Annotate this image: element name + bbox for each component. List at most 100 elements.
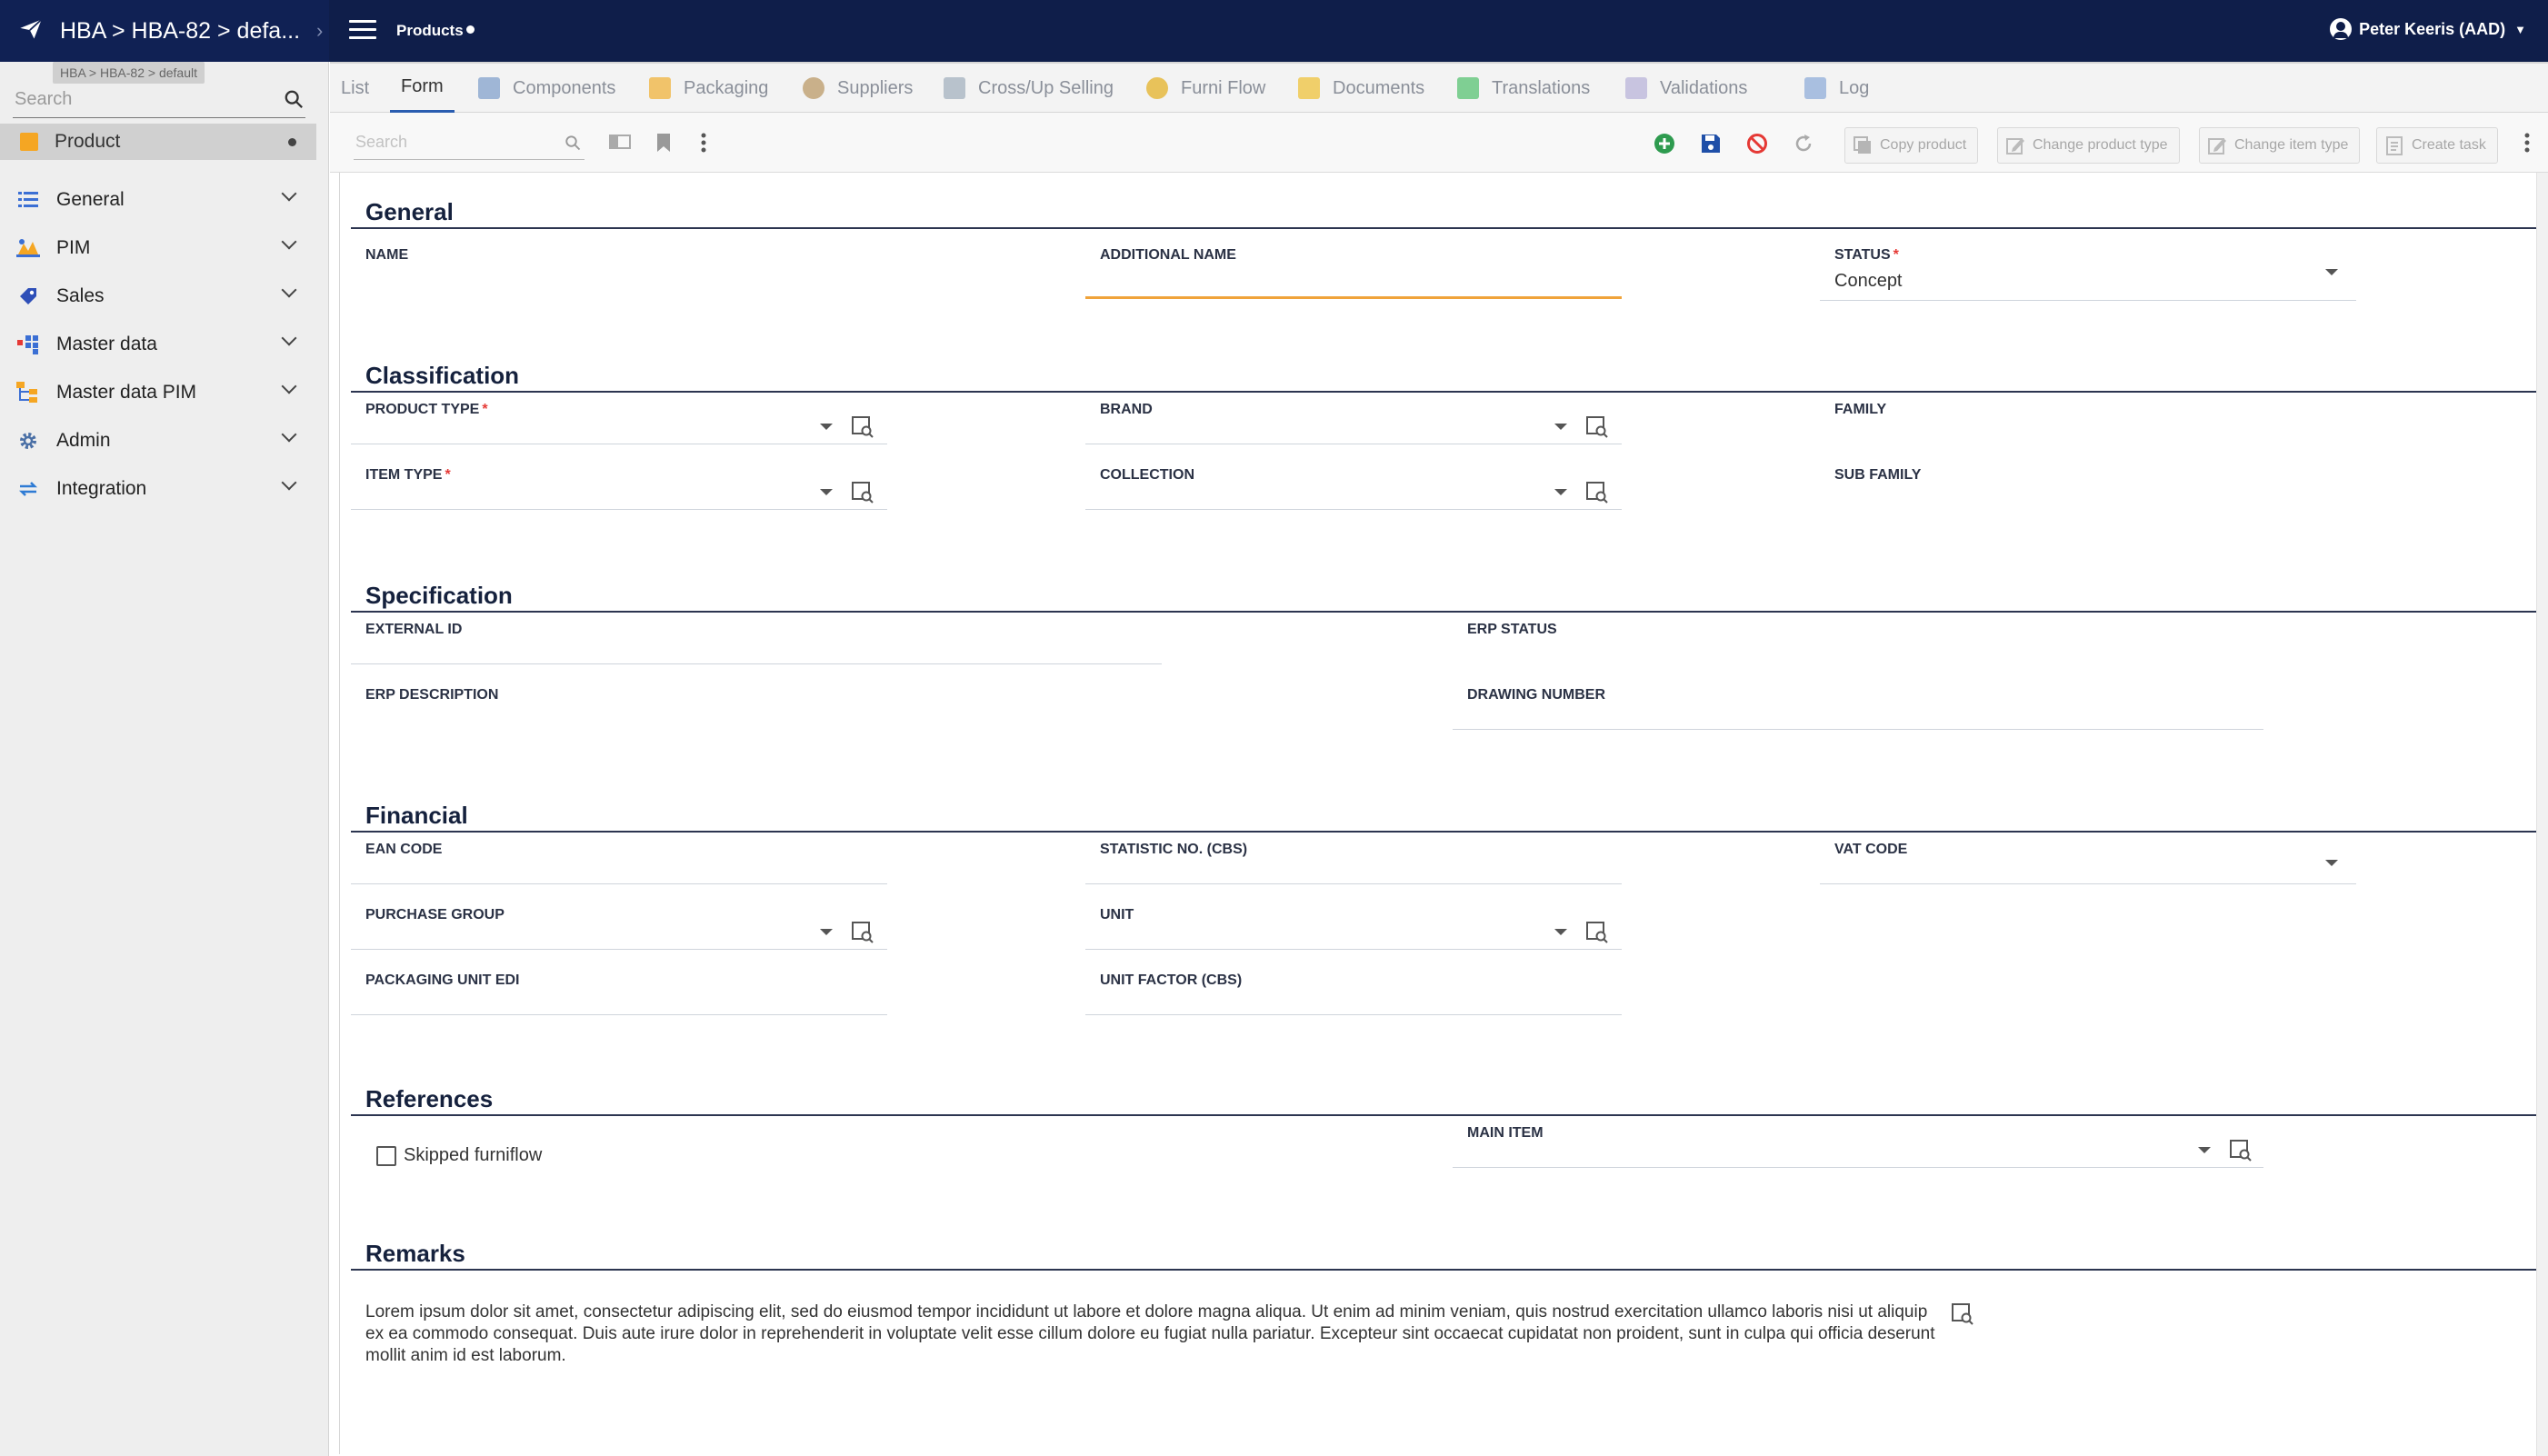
statistic-no-field[interactable]: STATISTIC NO. (CBS) — [1085, 842, 1622, 885]
more-vertical-icon[interactable] — [2524, 133, 2530, 157]
tab-log[interactable]: Log — [1804, 64, 1869, 113]
drawing-number-field[interactable]: DRAWING NUMBER — [1453, 687, 2263, 731]
brand-field[interactable]: BRAND — [1085, 402, 1622, 445]
tab-form[interactable]: Form — [390, 64, 455, 113]
field-label: ITEM TYPE * — [365, 467, 451, 483]
user-avatar-icon — [2330, 18, 2353, 40]
tab-components[interactable]: Components — [478, 64, 615, 113]
tab-furni-flow[interactable]: Furni Flow — [1146, 64, 1265, 113]
breadcrumb[interactable]: HBA > HBA-82 > defa... — [60, 18, 300, 45]
bookmark-icon[interactable] — [655, 133, 672, 157]
tab-validations[interactable]: Validations — [1625, 64, 1747, 113]
collection-field[interactable]: COLLECTION — [1085, 467, 1622, 511]
button-label: Create task — [2412, 137, 2486, 153]
unit-factor-field[interactable]: UNIT FACTOR (CBS) — [1085, 972, 1622, 1016]
tab-packaging[interactable]: Packaging — [649, 64, 768, 113]
purchase-group-field[interactable]: PURCHASE GROUP — [351, 907, 887, 951]
user-name: Peter Keeris (AAD) — [2359, 19, 2506, 38]
sidebar-item-integration[interactable]: Integration — [0, 469, 316, 509]
toolbar-search-input[interactable] — [355, 133, 546, 152]
status-field[interactable]: STATUS * Concept — [1820, 247, 2356, 302]
tab-documents[interactable]: Documents — [1298, 64, 1424, 113]
lookup-icon[interactable] — [1585, 414, 1609, 438]
tab-translations[interactable]: Translations — [1457, 64, 1590, 113]
section-divider — [351, 831, 2539, 833]
cancel-icon[interactable] — [1746, 133, 1768, 159]
breadcrumb-dropdown-icon[interactable]: › — [316, 19, 323, 43]
page-title: Products — [396, 22, 475, 40]
tab-label: Cross/Up Selling — [978, 77, 1114, 98]
lookup-icon[interactable] — [851, 920, 874, 943]
external-id-field[interactable]: EXTERNAL ID — [351, 622, 1162, 665]
chevron-down-icon — [281, 234, 297, 250]
dropdown-arrow-icon[interactable] — [2325, 269, 2338, 275]
change-product-type-button[interactable]: Change product type — [1997, 127, 2180, 164]
search-icon[interactable] — [284, 89, 304, 114]
hamburger-menu-icon[interactable] — [349, 20, 376, 42]
tab-cross-up-selling[interactable]: Cross/Up Selling — [944, 64, 1114, 113]
skipped-furniflow-checkbox[interactable] — [376, 1146, 396, 1166]
tab-list[interactable]: List — [341, 64, 369, 113]
sidebar-item-master-data[interactable]: Master data — [0, 324, 316, 364]
change-item-type-button[interactable]: Change item type — [2199, 127, 2361, 164]
packaging-unit-edi-field[interactable]: PACKAGING UNIT EDI — [351, 972, 887, 1016]
toggle-panel-icon[interactable] — [609, 133, 631, 155]
erp-status-field[interactable]: ERP STATUS — [1453, 622, 2263, 665]
vat-code-field[interactable]: VAT CODE — [1820, 842, 2356, 885]
chevron-down-icon: ▼ — [2514, 22, 2526, 36]
breadcrumb-bar[interactable]: HBA > HBA-82 > defa... › — [0, 0, 329, 62]
sidebar-search-input[interactable] — [15, 87, 269, 111]
sidebar-item-pim[interactable]: PIM — [0, 228, 316, 268]
lookup-icon[interactable] — [851, 480, 874, 504]
dropdown-arrow-icon[interactable] — [1554, 489, 1567, 495]
tab-label: Documents — [1333, 77, 1425, 98]
family-field[interactable]: FAMILY — [1820, 402, 2356, 445]
sidebar-item-sales[interactable]: Sales — [0, 276, 316, 316]
field-label: NAME — [365, 247, 409, 263]
copy-product-button[interactable]: Copy product — [1844, 127, 1979, 164]
more-vertical-icon[interactable] — [701, 133, 706, 157]
field-underline — [1085, 883, 1622, 884]
sidebar-item-product[interactable]: Product — [0, 124, 316, 160]
dropdown-arrow-icon[interactable] — [1554, 424, 1567, 430]
lookup-icon[interactable] — [851, 414, 874, 438]
dropdown-arrow-icon[interactable] — [1554, 929, 1567, 935]
sidebar-item-general[interactable]: General — [0, 180, 316, 220]
dropdown-arrow-icon[interactable] — [820, 929, 833, 935]
tab-label: Suppliers — [837, 77, 914, 98]
unit-field[interactable]: UNIT — [1085, 907, 1622, 951]
section-title-remarks: Remarks — [365, 1240, 465, 1267]
ean-code-field[interactable]: EAN CODE — [351, 842, 887, 885]
chevron-down-icon — [281, 330, 297, 346]
add-icon[interactable] — [1654, 133, 1675, 159]
lookup-icon[interactable] — [1585, 920, 1609, 943]
dropdown-arrow-icon[interactable] — [820, 489, 833, 495]
field-underline — [351, 883, 887, 884]
lookup-icon[interactable] — [2229, 1138, 2253, 1162]
dropdown-arrow-icon[interactable] — [2198, 1147, 2211, 1153]
tab-label: Packaging — [684, 77, 769, 98]
create-task-button[interactable]: Create task — [2376, 127, 2498, 164]
dropdown-arrow-icon[interactable] — [2325, 860, 2338, 866]
box-icon — [649, 77, 671, 99]
name-field[interactable]: NAME — [351, 247, 887, 302]
log-icon — [1804, 77, 1826, 99]
lookup-icon[interactable] — [1585, 480, 1609, 504]
sidebar-item-master-data-pim[interactable]: Master data PIM — [0, 373, 316, 413]
erp-description-field[interactable]: ERP DESCRIPTION — [351, 687, 1162, 731]
user-menu[interactable]: Peter Keeris (AAD) ▼ — [2330, 18, 2526, 40]
save-icon[interactable] — [1700, 133, 1722, 159]
lookup-icon[interactable] — [1951, 1301, 1974, 1325]
item-type-field[interactable]: ITEM TYPE * — [351, 467, 887, 511]
vertical-scrollbar[interactable] — [2536, 173, 2548, 1456]
search-icon[interactable] — [565, 135, 581, 155]
sidebar-item-admin[interactable]: Admin — [0, 421, 316, 461]
product-type-field[interactable]: PRODUCT TYPE * — [351, 402, 887, 445]
additional-name-field[interactable]: ADDITIONAL NAME — [1085, 247, 1622, 302]
sub-family-field[interactable]: SUB FAMILY — [1820, 467, 2356, 511]
refresh-icon[interactable] — [1793, 133, 1814, 159]
tab-suppliers[interactable]: Suppliers — [803, 64, 913, 113]
remarks-textarea[interactable]: Lorem ipsum dolor sit amet, consectetur … — [365, 1301, 1947, 1367]
dropdown-arrow-icon[interactable] — [820, 424, 833, 430]
main-item-field[interactable]: MAIN ITEM — [1453, 1125, 2263, 1169]
